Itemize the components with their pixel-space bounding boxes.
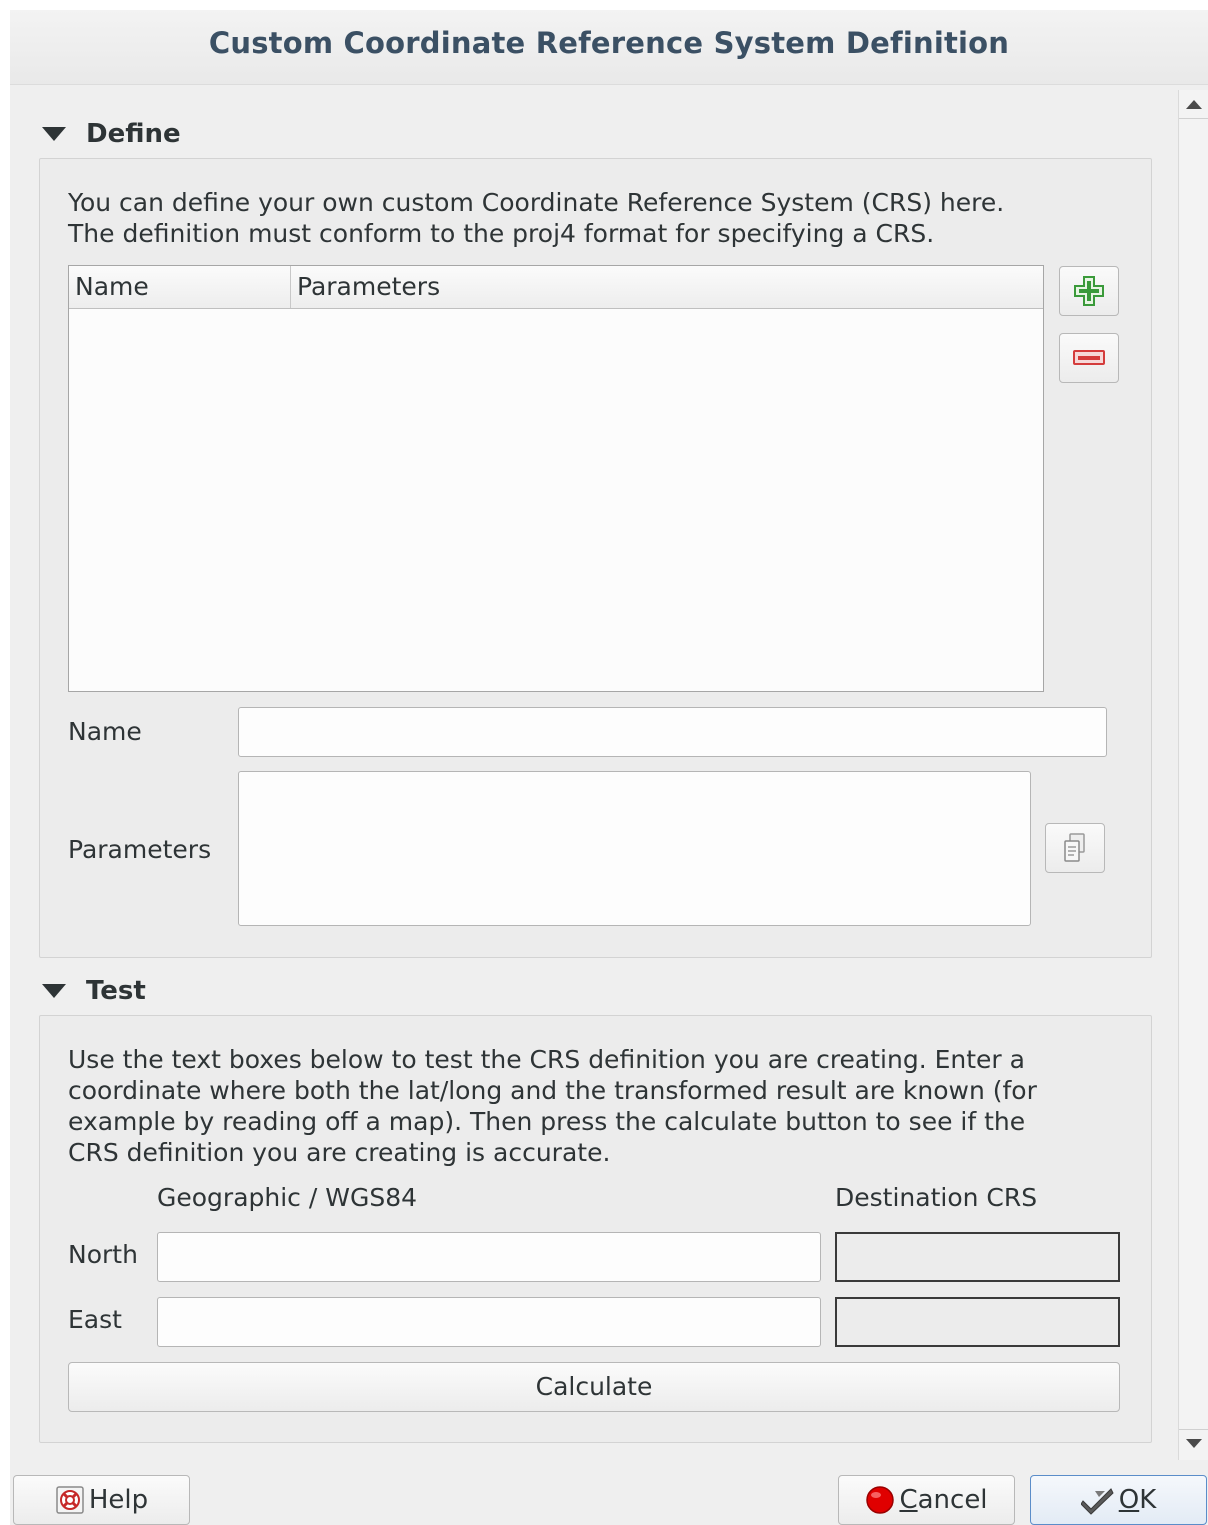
test-section-title: Test — [86, 976, 146, 1006]
crs-definition-dialog: Custom Coordinate Reference System Defin… — [10, 10, 1208, 1525]
help-lifebuoy-icon — [55, 1485, 85, 1515]
north-input[interactable] — [157, 1232, 821, 1282]
collapse-arrow-icon — [42, 127, 66, 141]
cancel-button-label: Cancel — [899, 1485, 988, 1515]
north-label: North — [68, 1240, 138, 1269]
define-description-line-1: You can define your own custom Coordinat… — [68, 188, 1005, 217]
destination-crs-header: Destination CRS — [835, 1183, 1038, 1212]
help-button[interactable]: Help — [13, 1475, 190, 1525]
parameters-textarea[interactable] — [238, 771, 1031, 926]
test-description-line-2: coordinate where both the lat/long and t… — [68, 1076, 1037, 1105]
remove-minus-icon — [1073, 350, 1105, 365]
column-header-name[interactable]: Name — [69, 266, 291, 308]
add-crs-button[interactable] — [1059, 266, 1119, 316]
define-group: You can define your own custom Coordinat… — [39, 158, 1152, 958]
help-button-label: Help — [88, 1485, 149, 1515]
window-title: Custom Coordinate Reference System Defin… — [208, 26, 1010, 60]
cancel-stop-icon — [865, 1485, 895, 1515]
crs-list-table[interactable]: Name Parameters — [68, 265, 1044, 692]
parameters-label: Parameters — [68, 835, 212, 864]
test-group: Use the text boxes below to test the CRS… — [39, 1015, 1152, 1443]
add-plus-icon — [1074, 276, 1104, 306]
vertical-scrollbar[interactable] — [1178, 90, 1208, 1460]
copy-parameters-icon — [1064, 833, 1085, 862]
destination-east-output — [835, 1297, 1120, 1347]
ok-button[interactable]: OK — [1030, 1475, 1207, 1525]
scroll-up-arrow-icon[interactable] — [1186, 100, 1202, 109]
test-description-line-3: example by reading off a map). Then pres… — [68, 1107, 1026, 1136]
title-bar: Custom Coordinate Reference System Defin… — [10, 10, 1208, 85]
geographic-wgs84-header: Geographic / WGS84 — [157, 1183, 418, 1212]
copy-parameters-button[interactable] — [1045, 823, 1105, 873]
test-section-toggle[interactable]: Test — [42, 973, 146, 1009]
column-header-parameters[interactable]: Parameters — [291, 266, 1043, 308]
table-header: Name Parameters — [69, 266, 1043, 309]
collapse-arrow-icon — [42, 984, 66, 998]
checkmark-icon — [1080, 1485, 1115, 1515]
ok-button-label: OK — [1118, 1485, 1157, 1515]
name-label: Name — [68, 717, 142, 746]
east-input[interactable] — [157, 1297, 821, 1347]
define-section-toggle[interactable]: Define — [42, 116, 181, 152]
define-section-title: Define — [86, 119, 181, 149]
test-description-line-1: Use the text boxes below to test the CRS… — [68, 1045, 1025, 1074]
define-description-line-2: The definition must conform to the proj4… — [68, 219, 935, 248]
name-input[interactable] — [238, 707, 1107, 757]
cancel-button[interactable]: Cancel — [838, 1475, 1015, 1525]
calculate-button[interactable]: Calculate — [68, 1362, 1120, 1412]
test-description-line-4: CRS definition you are creating is accur… — [68, 1138, 611, 1167]
destination-north-output — [835, 1232, 1120, 1282]
east-label: East — [68, 1305, 122, 1334]
remove-crs-button[interactable] — [1059, 333, 1119, 383]
scroll-down-arrow-icon[interactable] — [1186, 1439, 1202, 1448]
